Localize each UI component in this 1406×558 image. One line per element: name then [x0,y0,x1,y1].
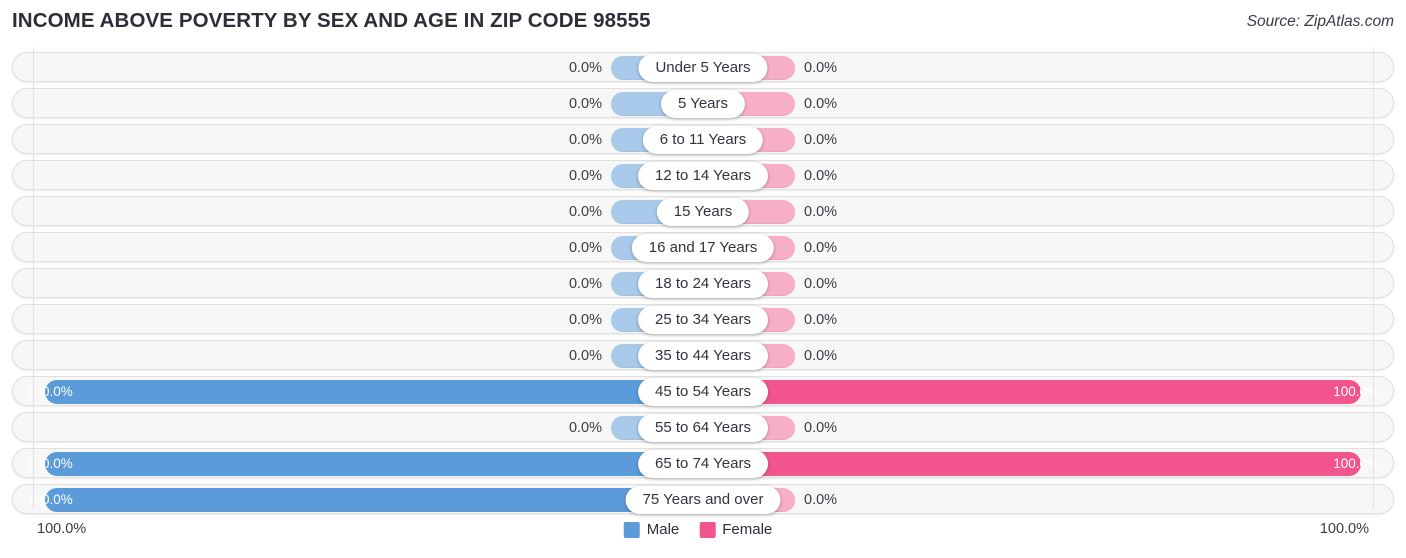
bar-value-female: 0.0% [804,60,838,76]
category-label: 25 to 34 Years [638,306,768,334]
legend-item-female[interactable]: Female [699,521,772,538]
bar-track: 100.0% 100.0% 45 to 54 Years [13,377,1393,406]
category-label: 15 Years [656,198,750,226]
category-label: 5 Years [660,90,746,118]
source-attribution: Source: ZipAtlas.com [1246,13,1394,30]
bar-value-male: 0.0% [568,168,602,184]
legend-label-male: Male [646,521,680,538]
bar-female[interactable] [703,452,1361,476]
bar-value-male: 0.0% [568,132,602,148]
bar-female[interactable] [703,380,1361,404]
bar-value-male: 0.0% [568,60,602,76]
chart-container: INCOME ABOVE POVERTY BY SEX AND AGE IN Z… [0,0,1406,558]
bar-track: 0.0% 0.0% 12 to 14 Years [13,161,1393,190]
bar-value-female: 0.0% [804,492,838,508]
category-label: 45 to 54 Years [638,378,768,406]
table-row[interactable]: 0.0% 0.0% 15 Years [12,196,1394,226]
bar-value-female: 0.0% [804,420,838,436]
bar-male[interactable] [45,452,703,476]
bar-value-male: 0.0% [568,420,602,436]
bar-track: 0.0% 0.0% 18 to 24 Years [13,269,1393,298]
table-row[interactable]: 0.0% 0.0% 5 Years [12,88,1394,118]
legend-swatch-female-icon [699,521,716,538]
category-label: Under 5 Years [638,54,768,82]
bar-value-male: 0.0% [568,276,602,292]
bar-track: 100.0% 100.0% 65 to 74 Years [13,449,1393,478]
axis-label-right: 100.0% [1319,521,1369,537]
table-row[interactable]: 0.0% 0.0% Under 5 Years [12,52,1394,82]
bar-value-female: 100.0% [1333,384,1379,399]
table-row[interactable]: 100.0% 100.0% 65 to 74 Years [12,448,1394,478]
table-row[interactable]: 0.0% 0.0% 16 and 17 Years [12,232,1394,262]
bar-value-male: 0.0% [568,204,602,220]
category-label: 55 to 64 Years [638,414,768,442]
legend-item-male[interactable]: Male [623,521,680,538]
bar-value-male: 100.0% [27,492,73,507]
bar-value-male: 0.0% [568,348,602,364]
table-row[interactable]: 0.0% 0.0% 25 to 34 Years [12,304,1394,334]
bar-track: 0.0% 0.0% 25 to 34 Years [13,305,1393,334]
bar-value-male: 0.0% [568,96,602,112]
bar-value-female: 0.0% [804,312,838,328]
category-label: 18 to 24 Years [638,270,768,298]
table-row[interactable]: 0.0% 0.0% 55 to 64 Years [12,412,1394,442]
bar-male[interactable] [45,380,703,404]
table-row[interactable]: 0.0% 0.0% 6 to 11 Years [12,124,1394,154]
bar-value-female: 0.0% [804,96,838,112]
bar-value-male: 0.0% [568,312,602,328]
bar-track: 0.0% 0.0% 15 Years [13,197,1393,226]
category-label: 65 to 74 Years [638,450,768,478]
bar-male[interactable] [45,488,703,512]
bar-track: 0.0% 0.0% 35 to 44 Years [13,341,1393,370]
bar-value-male: 100.0% [27,456,73,471]
chart-footer: 100.0% Male Female 100.0% [0,518,1406,552]
bar-track: 0.0% 0.0% 16 and 17 Years [13,233,1393,262]
bar-value-female: 0.0% [804,240,838,256]
chart-legend: Male Female [623,521,783,538]
legend-label-female: Female [722,521,773,538]
bar-value-female: 0.0% [804,348,838,364]
bar-track: 0.0% 0.0% Under 5 Years [13,53,1393,82]
legend-swatch-male-icon [623,521,640,538]
bar-value-female: 0.0% [804,276,838,292]
bar-track: 0.0% 0.0% 6 to 11 Years [13,125,1393,154]
axis-label-left: 100.0% [37,521,87,537]
chart-plot-area: 0.0% 0.0% Under 5 Years 0.0% 0.0% 5 Years 0.0%… [0,47,1406,514]
page-title: INCOME ABOVE POVERTY BY SEX AND AGE IN Z… [12,9,651,32]
table-row[interactable]: 0.0% 0.0% 12 to 14 Years [12,160,1394,190]
table-row[interactable]: 100.0% 0.0% 75 Years and over [12,484,1394,514]
category-label: 35 to 44 Years [638,342,768,370]
category-label: 6 to 11 Years [642,126,764,154]
category-label: 12 to 14 Years [638,162,768,190]
category-label: 75 Years and over [625,486,781,514]
bar-track: 0.0% 0.0% 55 to 64 Years [13,413,1393,442]
bar-value-female: 100.0% [1333,456,1379,471]
bar-track: 100.0% 0.0% 75 Years and over [13,485,1393,514]
bar-value-female: 0.0% [804,204,838,220]
bar-value-female: 0.0% [804,132,838,148]
chart-header: INCOME ABOVE POVERTY BY SEX AND AGE IN Z… [0,0,1406,46]
table-row[interactable]: 0.0% 0.0% 35 to 44 Years [12,340,1394,370]
bar-track: 0.0% 0.0% 5 Years [13,89,1393,118]
bar-value-female: 0.0% [804,168,838,184]
bar-value-male: 100.0% [27,384,73,399]
bar-value-male: 0.0% [568,240,602,256]
table-row[interactable]: 0.0% 0.0% 18 to 24 Years [12,268,1394,298]
category-label: 16 and 17 Years [631,234,775,262]
table-row[interactable]: 100.0% 100.0% 45 to 54 Years [12,376,1394,406]
